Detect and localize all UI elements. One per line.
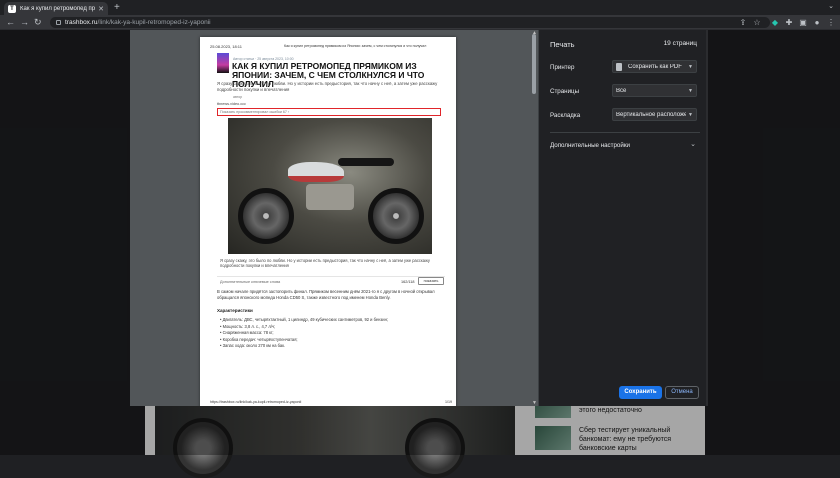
layout-label: Раскладка [550, 112, 581, 119]
pages-value: Все [616, 87, 627, 94]
page-number: 1/19 [445, 400, 452, 404]
article-photo-moped [228, 118, 432, 254]
article-source: tbnews.video.ссс [217, 102, 246, 106]
pdf-file-icon [616, 62, 622, 71]
site-favicon-icon: T [8, 4, 16, 13]
preview-scrollbar[interactable] [532, 34, 536, 94]
chevron-down-icon[interactable]: ⌄ [690, 140, 696, 148]
side-panel-icon[interactable]: ▣ [798, 17, 808, 28]
extension-shield-icon[interactable]: ◆ [770, 17, 780, 28]
lock-icon[interactable] [56, 20, 61, 25]
print-title: Печать [550, 40, 575, 49]
chevron-down-icon: ▼ [688, 63, 693, 70]
moped-rear-wheel [368, 188, 424, 244]
layout-value: Вертикальное расположение [616, 111, 687, 118]
tab-title: Как я купил ретромопед прямико [20, 5, 95, 12]
more-settings-toggle[interactable]: Дополнительные настройки [550, 142, 630, 149]
print-settings-panel: Печать 19 страниц Принтер Сохранить как … [538, 30, 708, 406]
tab-strip: T Как я купил ретромопед прямико ✕ + ⌄ [0, 0, 840, 15]
site-logo [217, 53, 229, 73]
print-preview-area: 25.08.2023, 18:11 Как я купил ретромопед… [130, 30, 538, 406]
address-bar[interactable]: trashbox.ru/link/kak-ya-kupil-retromoped… [50, 17, 770, 28]
tab-search-icon[interactable]: ⌄ [828, 2, 834, 10]
article-lead: Я сразу скажу, это было по любви. Но у и… [217, 81, 438, 92]
moped-seat [338, 158, 394, 166]
settings-divider [550, 132, 700, 133]
show-keywords-button: показать [418, 277, 444, 285]
specs-list: Двигатель: ДВС, четырёхтактный, 1 цилинд… [220, 317, 446, 350]
url-path: /link/kak-ya-kupil-retromoped-iz-yaponii [97, 19, 211, 26]
pages-select[interactable]: Все ▼ [612, 84, 697, 97]
browser-tab[interactable]: T Как я купил ретромопед прямико ✕ [4, 2, 108, 15]
share-icon[interactable]: ⇪ [738, 17, 748, 28]
cancel-button[interactable]: Отмена [665, 386, 699, 399]
chrome-menu-icon[interactable]: ⋮ [826, 17, 836, 28]
scroll-down-icon[interactable]: ▼ [532, 400, 537, 406]
specs-heading: Характеристики [217, 308, 253, 313]
extra-keywords-label: Дополнительные ключевые слова [220, 280, 281, 284]
url-host: trashbox.ru [65, 19, 98, 26]
moped-engine [306, 184, 354, 210]
page-count: 19 страниц [663, 40, 697, 47]
comments-link: Показать прокомментировал ошибки 67 › [220, 110, 290, 114]
bookmark-star-icon[interactable]: ☆ [752, 17, 762, 28]
preview-page: 25.08.2023, 18:11 Как я купил ретромопед… [200, 37, 456, 406]
photo-caption: Я сразу скажу, это было по любви. Но у и… [220, 258, 430, 269]
spec-item: Запас хода: около 270 км на бак. [220, 343, 446, 350]
back-icon[interactable]: ← [6, 16, 15, 29]
extensions-puzzle-icon[interactable]: ✚ [784, 17, 794, 28]
divider [217, 276, 445, 277]
page-footer-url: https://trashbox.ru/link/kak-ya-kupil-re… [210, 400, 302, 404]
layout-select[interactable]: Вертикальное расположение ▼ [612, 108, 697, 121]
close-tab-icon[interactable]: ✕ [98, 5, 104, 13]
page-date: 25.08.2023, 18:11 [210, 44, 242, 49]
profile-icon[interactable]: ● [812, 17, 822, 28]
chevron-down-icon: ▼ [688, 111, 693, 118]
page-header-title: Как я купил ретромопед прямиком из Япони… [284, 44, 427, 48]
article-body: В самом начале придётся застопорить фина… [217, 289, 435, 300]
save-button[interactable]: Сохранить [619, 386, 662, 399]
keywords-count: 162/118 [401, 280, 415, 284]
pages-label: Страницы [550, 88, 580, 95]
chevron-down-icon: ▼ [688, 87, 693, 94]
printer-label: Принтер [550, 64, 575, 71]
printer-value: Сохранить как PDF [628, 63, 682, 70]
forward-icon[interactable]: → [20, 16, 29, 29]
moped-front-wheel [238, 188, 294, 244]
settings-scrollbar[interactable] [706, 30, 708, 406]
author-name: автор [233, 95, 243, 99]
moped-tank [288, 162, 344, 182]
browser-toolbar: ← → ↻ trashbox.ru/link/kak-ya-kupil-retr… [0, 15, 840, 30]
new-tab-button[interactable]: + [114, 2, 120, 13]
printer-select[interactable]: Сохранить как PDF ▼ [612, 60, 697, 73]
reload-icon[interactable]: ↻ [34, 16, 42, 29]
